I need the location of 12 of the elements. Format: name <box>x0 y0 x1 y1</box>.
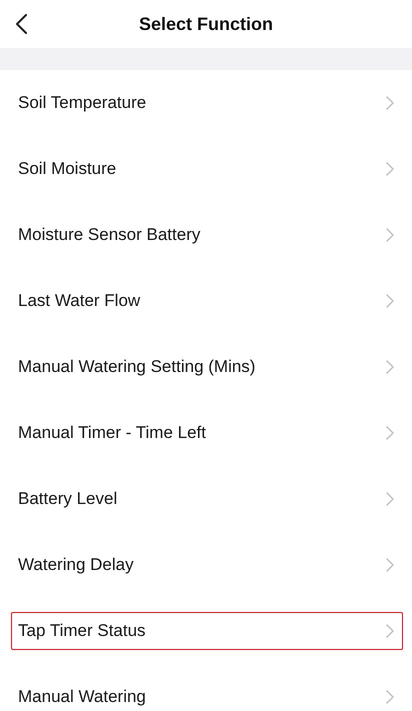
chevron-icon <box>386 426 394 440</box>
function-item[interactable]: Tap Timer Status <box>11 612 403 650</box>
chevron-icon <box>386 228 394 242</box>
page-title: Select Function <box>138 14 273 34</box>
chevron-icon <box>386 624 394 638</box>
chevron-icon <box>386 360 394 374</box>
chevron-icon <box>386 690 394 704</box>
chevron-icon <box>386 162 394 176</box>
chevron-icon <box>386 558 394 572</box>
chevron-icon <box>386 294 394 308</box>
chevron-icon <box>386 492 394 506</box>
chevron-icon <box>386 96 394 110</box>
